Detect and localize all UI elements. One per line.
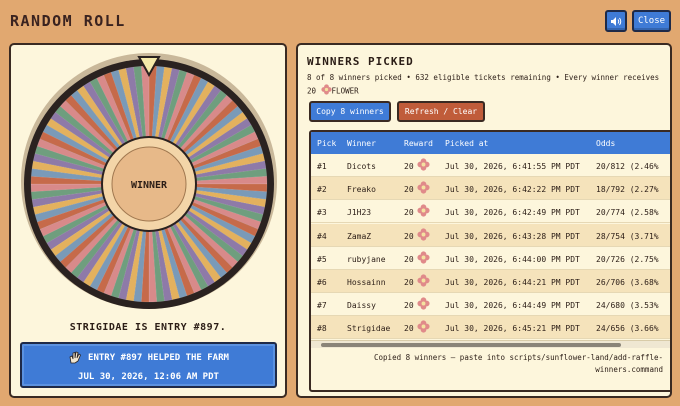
flower-icon — [320, 84, 332, 99]
flower-icon — [417, 297, 430, 312]
picked-at-cell: Jul 30, 2026, 6:42:22 PM PDT — [445, 185, 580, 195]
winners-summary: 8 of 8 winners picked • 632 eligible tic… — [307, 71, 667, 99]
prize-wheel: WINNER — [20, 51, 278, 311]
pick-cell: #5 — [317, 254, 327, 264]
pick-cell: #3 — [317, 208, 327, 218]
close-button[interactable]: Close — [632, 10, 671, 32]
table-row: #6 Hossainn 20 Jul 30, 2026, 6:44:21 PM PDT… — [311, 270, 670, 293]
flower-icon — [417, 158, 430, 173]
winner-cell: Daissy — [347, 301, 376, 311]
table-row: #5 rubyjane 20 Jul 30, 2026, 6:44:00 PM PDT… — [311, 246, 670, 270]
winner-cell: ZamaZ — [347, 231, 372, 241]
reward-cell: 20 — [404, 301, 414, 311]
table-row: #8 Strigidae 20 Jul 30, 2026, 6:45:21 PM PD… — [311, 316, 670, 340]
reward-cell: 20 — [404, 324, 414, 334]
wheel-center-label: WINNER — [131, 180, 168, 191]
column-header-pick: Pick — [317, 139, 337, 148]
pick-cell: #7 — [317, 301, 327, 311]
copy-winners-button[interactable]: Copy 8 winners — [309, 101, 391, 122]
speaker-icon — [611, 16, 622, 26]
winner-cell: J1H23 — [347, 208, 372, 218]
column-header-picked-at: Picked at — [445, 139, 489, 148]
pick-cell: #4 — [317, 231, 327, 241]
winner-cell: Strigidae — [347, 324, 391, 334]
odds-cell: 24/656 (3.66% — [596, 324, 659, 334]
table-row: #2 Freako 20 Jul 30, 2026, 6:42:22 PM PDT 18… — [311, 177, 670, 201]
column-header-winner: Winner — [347, 139, 376, 148]
refresh-clear-button[interactable]: Refresh / Clear — [397, 101, 485, 122]
odds-cell: 26/706 (3.68% — [596, 278, 659, 287]
winner-cell: Hossainn — [347, 278, 386, 287]
picked-at-cell: Jul 30, 2026, 6:44:21 PM PDT — [445, 278, 580, 287]
table-header: Pick Winner Reward Picked at Odds — [311, 132, 670, 154]
summary-text: 8 of 8 winners picked • 632 eligible tic… — [307, 73, 660, 96]
announcement-line-2: JUL 30, 2026, 12:06 AM PDT — [78, 372, 219, 382]
column-header-odds: Odds — [596, 139, 616, 148]
winner-cell: rubyjane — [347, 254, 386, 264]
winners-title: WINNERS PICKED — [307, 55, 414, 68]
reward-cell: 20 — [404, 185, 414, 195]
winner-cell: Freako — [347, 185, 376, 195]
copy-status-note: Copied 8 winners — paste into scripts/su… — [374, 353, 663, 374]
picked-at-cell: Jul 30, 2026, 6:43:28 PM PDT — [445, 231, 580, 241]
winners-panel: WINNERS PICKED 8 of 8 winners picked • 6… — [296, 43, 672, 398]
sound-toggle-button[interactable] — [605, 10, 627, 32]
table-row: #1 Dicots 20 Jul 30, 2026, 6:41:55 PM PDT 20… — [311, 154, 670, 177]
picked-at-cell: Jul 30, 2026, 6:41:55 PM PDT — [445, 162, 580, 171]
app-title: RANDOM ROLL — [10, 12, 126, 30]
column-header-reward: Reward — [404, 139, 433, 148]
flower-icon — [417, 274, 430, 289]
winner-cell: Dicots — [347, 162, 376, 171]
wheel-panel: WINNER STRIGIDAE IS ENTRY #897. ENTRY #8… — [9, 43, 287, 398]
odds-cell: 20/726 (2.75% — [596, 254, 659, 264]
flower-icon — [417, 320, 430, 335]
pick-cell: #8 — [317, 324, 327, 334]
reward-cell: 20 — [404, 231, 414, 241]
odds-cell: 20/812 (2.46% — [596, 162, 659, 171]
summary-currency: FLOWER — [331, 86, 359, 96]
flower-icon — [417, 251, 430, 266]
table-row: #3 J1H23 20 Jul 30, 2026, 6:42:49 PM PDT 20/… — [311, 200, 670, 224]
reward-cell: 20 — [404, 208, 414, 218]
horizontal-scrollbar[interactable] — [311, 340, 670, 348]
flower-icon — [417, 204, 430, 219]
odds-cell: 18/792 (2.27% — [596, 185, 659, 195]
hand-wave-icon — [69, 351, 82, 364]
announcement-line-1: ENTRY #897 HELPED THE FARM — [88, 352, 229, 363]
pick-cell: #6 — [317, 278, 327, 287]
reward-cell: 20 — [404, 254, 414, 264]
flower-icon — [417, 228, 430, 243]
table-row: #7 Daissy 20 Jul 30, 2026, 6:44:49 PM PDT 24… — [311, 293, 670, 317]
picked-at-cell: Jul 30, 2026, 6:42:49 PM PDT — [445, 208, 580, 218]
picked-at-cell: Jul 30, 2026, 6:44:00 PM PDT — [445, 254, 580, 264]
picked-at-cell: Jul 30, 2026, 6:44:49 PM PDT — [445, 301, 580, 311]
pick-cell: #1 — [317, 162, 327, 171]
flower-icon — [417, 181, 430, 196]
odds-cell: 28/754 (3.71% — [596, 231, 659, 241]
pick-cell: #2 — [317, 185, 327, 195]
picked-at-cell: Jul 30, 2026, 6:45:21 PM PDT — [445, 324, 580, 334]
odds-cell: 24/680 (3.53% — [596, 301, 659, 311]
reward-cell: 20 — [404, 162, 414, 171]
table-row: #4 ZamaZ 20 Jul 30, 2026, 6:43:28 PM PDT 28/… — [311, 223, 670, 247]
result-text: STRIGIDAE IS ENTRY #897. — [69, 322, 227, 333]
odds-cell: 20/774 (2.58% — [596, 208, 659, 218]
scrollbar-thumb[interactable] — [321, 343, 621, 347]
reward-cell: 20 — [404, 278, 414, 287]
winner-announcement: ENTRY #897 HELPED THE FARM JUL 30, 2026,… — [20, 342, 277, 388]
